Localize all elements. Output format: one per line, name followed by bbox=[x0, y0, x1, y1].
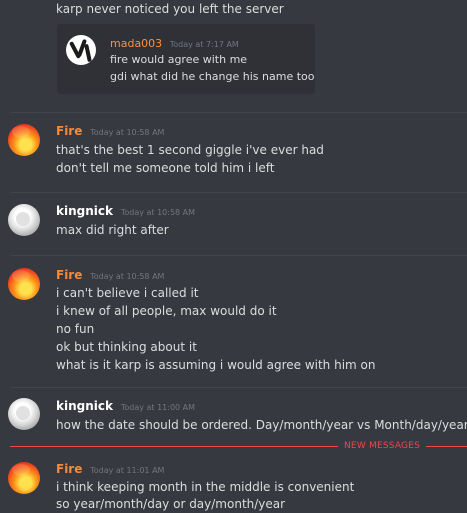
username[interactable]: Fire bbox=[56, 268, 82, 282]
message-header: kingnick Today at 11:00 AM bbox=[56, 398, 195, 416]
quoted-line: fire would agree with me bbox=[110, 53, 248, 66]
chat-history: karp never noticed you left the server m… bbox=[0, 0, 467, 512]
message-divider bbox=[11, 255, 467, 256]
quoted-timestamp: Today at 7:17 AM bbox=[169, 40, 239, 49]
timestamp: Today at 11:01 AM bbox=[90, 466, 165, 475]
message-line: that's the best 1 second giggle i've eve… bbox=[56, 143, 324, 157]
message-line: i can't believe i called it bbox=[56, 286, 199, 300]
message-header: Fire Today at 10:58 AM bbox=[56, 123, 164, 141]
message-line: what is it karp is assuming i would agre… bbox=[56, 358, 376, 372]
message-line: i think keeping month in the middle is c… bbox=[56, 480, 355, 494]
fire-avatar-icon[interactable] bbox=[8, 268, 40, 300]
message-line: ok but thinking about it bbox=[56, 340, 197, 354]
anime-avatar-icon bbox=[66, 35, 96, 65]
username[interactable]: Fire bbox=[56, 462, 82, 476]
fire-avatar-icon[interactable] bbox=[8, 462, 40, 494]
quoted-message-embed[interactable]: mada003 Today at 7:17 AM fire would agre… bbox=[57, 24, 315, 94]
message-line: karp never noticed you left the server bbox=[56, 2, 284, 16]
message-line: so year/month/day or day/month/year bbox=[56, 497, 286, 511]
username[interactable]: kingnick bbox=[56, 204, 113, 218]
message-line: i knew of all people, max would do it bbox=[56, 304, 277, 318]
message-divider bbox=[11, 192, 467, 193]
timestamp: Today at 10:58 AM bbox=[90, 128, 165, 137]
fire-avatar-icon[interactable] bbox=[8, 124, 40, 156]
message-header: Fire Today at 11:01 AM bbox=[56, 461, 164, 479]
message-line: don't tell me someone told him i left bbox=[56, 161, 275, 175]
message-line: max did right after bbox=[56, 223, 169, 237]
timestamp: Today at 10:58 AM bbox=[120, 208, 196, 217]
timestamp: Today at 10:58 AM bbox=[90, 272, 165, 281]
kingnick-avatar-icon[interactable] bbox=[8, 398, 40, 430]
message-line: how the date should be ordered. Day/mont… bbox=[56, 418, 467, 432]
message-line: no fun bbox=[56, 322, 95, 336]
timestamp: Today at 11:00 AM bbox=[120, 403, 196, 412]
kingnick-avatar-icon[interactable] bbox=[8, 204, 40, 236]
username[interactable]: Fire bbox=[56, 124, 82, 138]
message-header: kingnick Today at 10:58 AM bbox=[56, 203, 195, 221]
quoted-username: mada003 bbox=[110, 37, 163, 50]
new-messages-label[interactable]: NEW MESSAGES bbox=[338, 438, 426, 454]
message-divider bbox=[11, 112, 467, 113]
message-divider bbox=[11, 387, 467, 388]
username[interactable]: kingnick bbox=[56, 399, 113, 413]
message-header: Fire Today at 10:58 AM bbox=[56, 267, 164, 285]
quoted-line: gdi what did he change his name too bbox=[110, 70, 315, 83]
